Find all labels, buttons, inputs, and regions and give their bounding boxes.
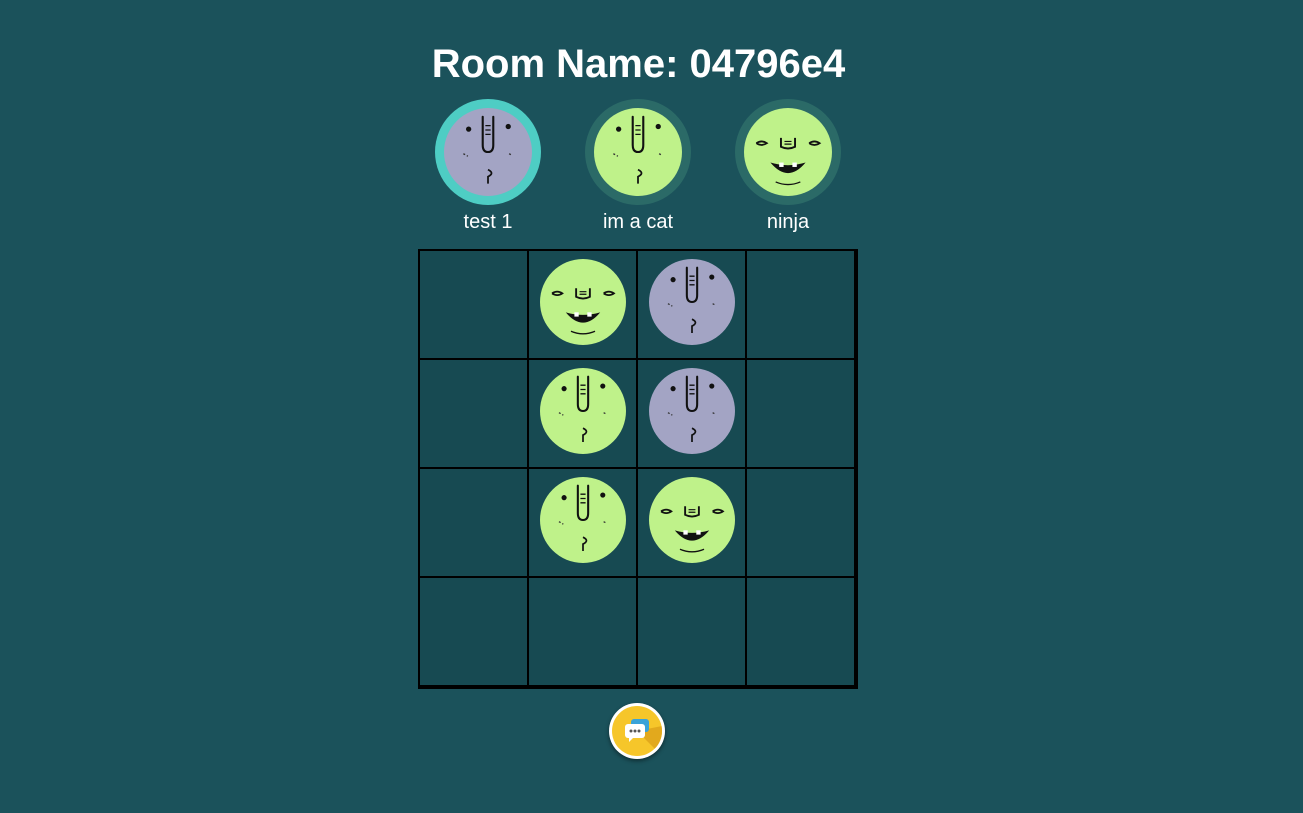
player-ninja[interactable]: ninja	[728, 99, 848, 235]
board-cell[interactable]	[529, 578, 636, 685]
game-piece[interactable]	[539, 259, 626, 350]
board-cell[interactable]	[529, 469, 636, 576]
monster-face-icon	[539, 368, 626, 454]
board-cell[interactable]	[420, 360, 527, 467]
game-piece[interactable]	[539, 477, 626, 568]
chat-button[interactable]	[609, 703, 665, 759]
board-cell[interactable]	[420, 251, 527, 358]
monster-face-icon	[648, 477, 735, 563]
board-cell[interactable]	[638, 469, 745, 576]
game-piece[interactable]	[648, 259, 735, 350]
player-avatar[interactable]	[735, 99, 841, 205]
board-cell[interactable]	[420, 578, 527, 685]
room-title: Room Name: 04796e4	[431, 42, 846, 86]
player-im-a-cat[interactable]: im a cat	[578, 99, 698, 235]
player-avatar[interactable]	[585, 99, 691, 205]
player-avatar[interactable]	[435, 99, 541, 205]
board-cell[interactable]	[529, 360, 636, 467]
game-piece[interactable]	[648, 477, 735, 568]
board-cell[interactable]	[747, 251, 854, 358]
board-cell[interactable]	[747, 360, 854, 467]
monster-face-icon	[648, 259, 735, 345]
player-test-1[interactable]: test 1	[428, 99, 548, 235]
game-piece[interactable]	[648, 368, 735, 459]
board-cell[interactable]	[638, 251, 745, 358]
board-cell[interactable]	[529, 251, 636, 358]
player-name: im a cat	[602, 211, 674, 233]
board-cell[interactable]	[638, 578, 745, 685]
player-name: test 1	[463, 211, 513, 233]
board-cell[interactable]	[747, 578, 854, 685]
player-name: ninja	[766, 211, 810, 233]
monster-face-icon	[648, 368, 735, 454]
board-cell[interactable]	[638, 360, 745, 467]
game-board	[418, 249, 858, 689]
monster-face-icon	[539, 477, 626, 563]
monster-face-icon	[539, 259, 626, 345]
game-piece[interactable]	[539, 368, 626, 459]
board-cell[interactable]	[747, 469, 854, 576]
monster-face-icon	[744, 108, 832, 196]
board-cell[interactable]	[420, 469, 527, 576]
game-page: Room Name: 04796e4 test 1 im a cat ninja	[0, 0, 1303, 813]
player-list: test 1 im a cat ninja	[0, 99, 1303, 239]
chat-bubbles-icon	[612, 706, 662, 756]
monster-face-icon	[444, 108, 532, 196]
monster-face-icon	[594, 108, 682, 196]
